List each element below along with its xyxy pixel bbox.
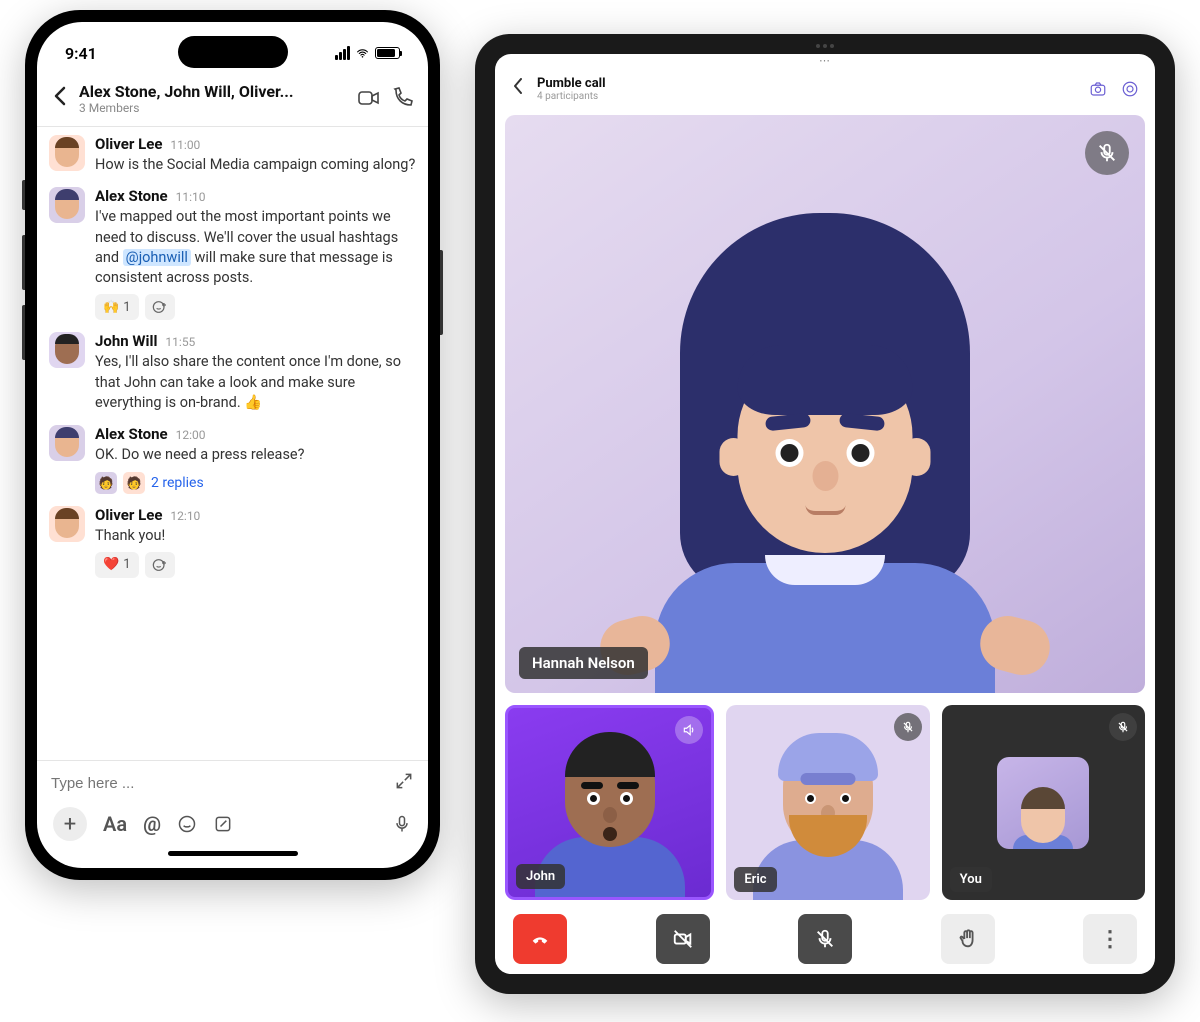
message-time: 11:00	[170, 138, 200, 152]
participant-name: You	[950, 867, 992, 892]
avatar	[49, 506, 85, 542]
reaction-chip[interactable]: 🙌 1	[95, 294, 139, 320]
composer: + Aa @	[37, 760, 428, 868]
participant-tile-john[interactable]: John	[505, 705, 714, 900]
camera-switch-button[interactable]	[1087, 78, 1109, 100]
phone-device: 9:41 Alex Stone, John Will, Oliver... 3 …	[25, 10, 440, 880]
message-time: 12:10	[170, 509, 200, 523]
message-author: Oliver Lee	[95, 135, 162, 153]
message-item: Alex Stone 12:00 OK. Do we need a press …	[47, 419, 418, 499]
reply-avatar: 🧑	[123, 472, 145, 494]
participant-name: Eric	[734, 867, 776, 892]
reply-avatar: 🧑	[95, 472, 117, 494]
reaction-count: 1	[123, 557, 130, 572]
mic-toggle-button[interactable]	[798, 914, 852, 964]
participant-tile-you[interactable]: You	[942, 705, 1145, 900]
message-author: John Will	[95, 332, 157, 350]
video-call-button[interactable]	[356, 85, 382, 111]
main-video: Hannah Nelson	[505, 115, 1145, 693]
tablet-device: ⋯ Pumble call 4 participants	[475, 34, 1175, 994]
hangup-button[interactable]	[513, 914, 567, 964]
camera-toggle-button[interactable]	[656, 914, 710, 964]
status-time: 9:41	[65, 44, 97, 63]
chat-title: Alex Stone, John Will, Oliver...	[79, 82, 348, 101]
dynamic-island	[178, 36, 288, 68]
replies-link[interactable]: 2 replies	[151, 475, 204, 491]
mic-muted-icon	[1109, 713, 1137, 741]
battery-icon	[375, 47, 400, 59]
add-reaction-button[interactable]	[145, 294, 175, 320]
add-reaction-button[interactable]	[145, 552, 175, 578]
home-indicator	[168, 851, 298, 856]
reaction-chip[interactable]: ❤️ 1	[95, 552, 139, 578]
message-item: Oliver Lee 12:10 Thank you! ❤️ 1	[47, 500, 418, 584]
raise-hand-button[interactable]	[941, 914, 995, 964]
participant-name: John	[516, 864, 565, 889]
message-text: I've mapped out the most important point…	[95, 207, 416, 288]
message-text: Yes, I'll also share the content once I'…	[95, 352, 416, 413]
call-title: Pumble call	[537, 76, 1077, 91]
messages-list: Oliver Lee 11:00 How is the Social Media…	[37, 127, 428, 760]
wifi-icon	[354, 47, 371, 60]
expand-icon[interactable]	[394, 771, 414, 795]
reaction-emoji: ❤️	[103, 557, 119, 572]
reaction-emoji: 🙌	[103, 300, 119, 315]
call-header: Pumble call 4 participants	[495, 68, 1155, 115]
microphone-button[interactable]	[392, 814, 412, 834]
chat-subtitle: 3 Members	[79, 101, 348, 115]
message-time: 11:55	[165, 335, 195, 349]
avatar	[49, 332, 85, 368]
message-item: Alex Stone 11:10 I've mapped out the mos…	[47, 181, 418, 326]
speaker-avatar	[575, 144, 1074, 693]
participant-avatar	[997, 757, 1089, 849]
message-item: John Will 11:55 Yes, I'll also share the…	[47, 326, 418, 419]
back-button[interactable]	[509, 74, 527, 103]
message-author: Alex Stone	[95, 425, 168, 443]
message-text: Thank you!	[95, 526, 416, 546]
message-time: 11:10	[176, 190, 206, 204]
voice-call-button[interactable]	[390, 85, 416, 111]
compose-edit-button[interactable]	[213, 814, 233, 834]
add-attachment-button[interactable]: +	[53, 807, 87, 841]
emoji-button[interactable]	[177, 814, 197, 834]
message-author: Oliver Lee	[95, 506, 162, 524]
call-subtitle: 4 participants	[537, 91, 1077, 102]
avatar	[49, 425, 85, 461]
chat-header: Alex Stone, John Will, Oliver... 3 Membe…	[37, 74, 428, 127]
tablet-ellipsis-icon: ⋯	[495, 54, 1155, 68]
message-text: How is the Social Media campaign coming …	[95, 155, 416, 175]
reaction-count: 1	[123, 300, 130, 315]
message-author: Alex Stone	[95, 187, 168, 205]
more-options-button[interactable]: ⋮	[1083, 914, 1137, 964]
message-input[interactable]	[51, 775, 394, 792]
message-time: 12:00	[176, 428, 206, 442]
signal-icon	[335, 46, 350, 60]
message-text: OK. Do we need a press release?	[95, 445, 416, 465]
participant-tile-eric[interactable]: Eric	[726, 705, 929, 900]
share-screen-button[interactable]	[1119, 78, 1141, 100]
message-item: Oliver Lee 11:00 How is the Social Media…	[47, 129, 418, 181]
back-button[interactable]	[49, 80, 71, 116]
mention[interactable]: @johnwill	[123, 249, 191, 266]
mention-button[interactable]: @	[143, 812, 161, 836]
avatar	[49, 187, 85, 223]
format-button[interactable]: Aa	[103, 812, 127, 836]
speaker-name-tag: Hannah Nelson	[519, 647, 648, 679]
avatar	[49, 135, 85, 171]
